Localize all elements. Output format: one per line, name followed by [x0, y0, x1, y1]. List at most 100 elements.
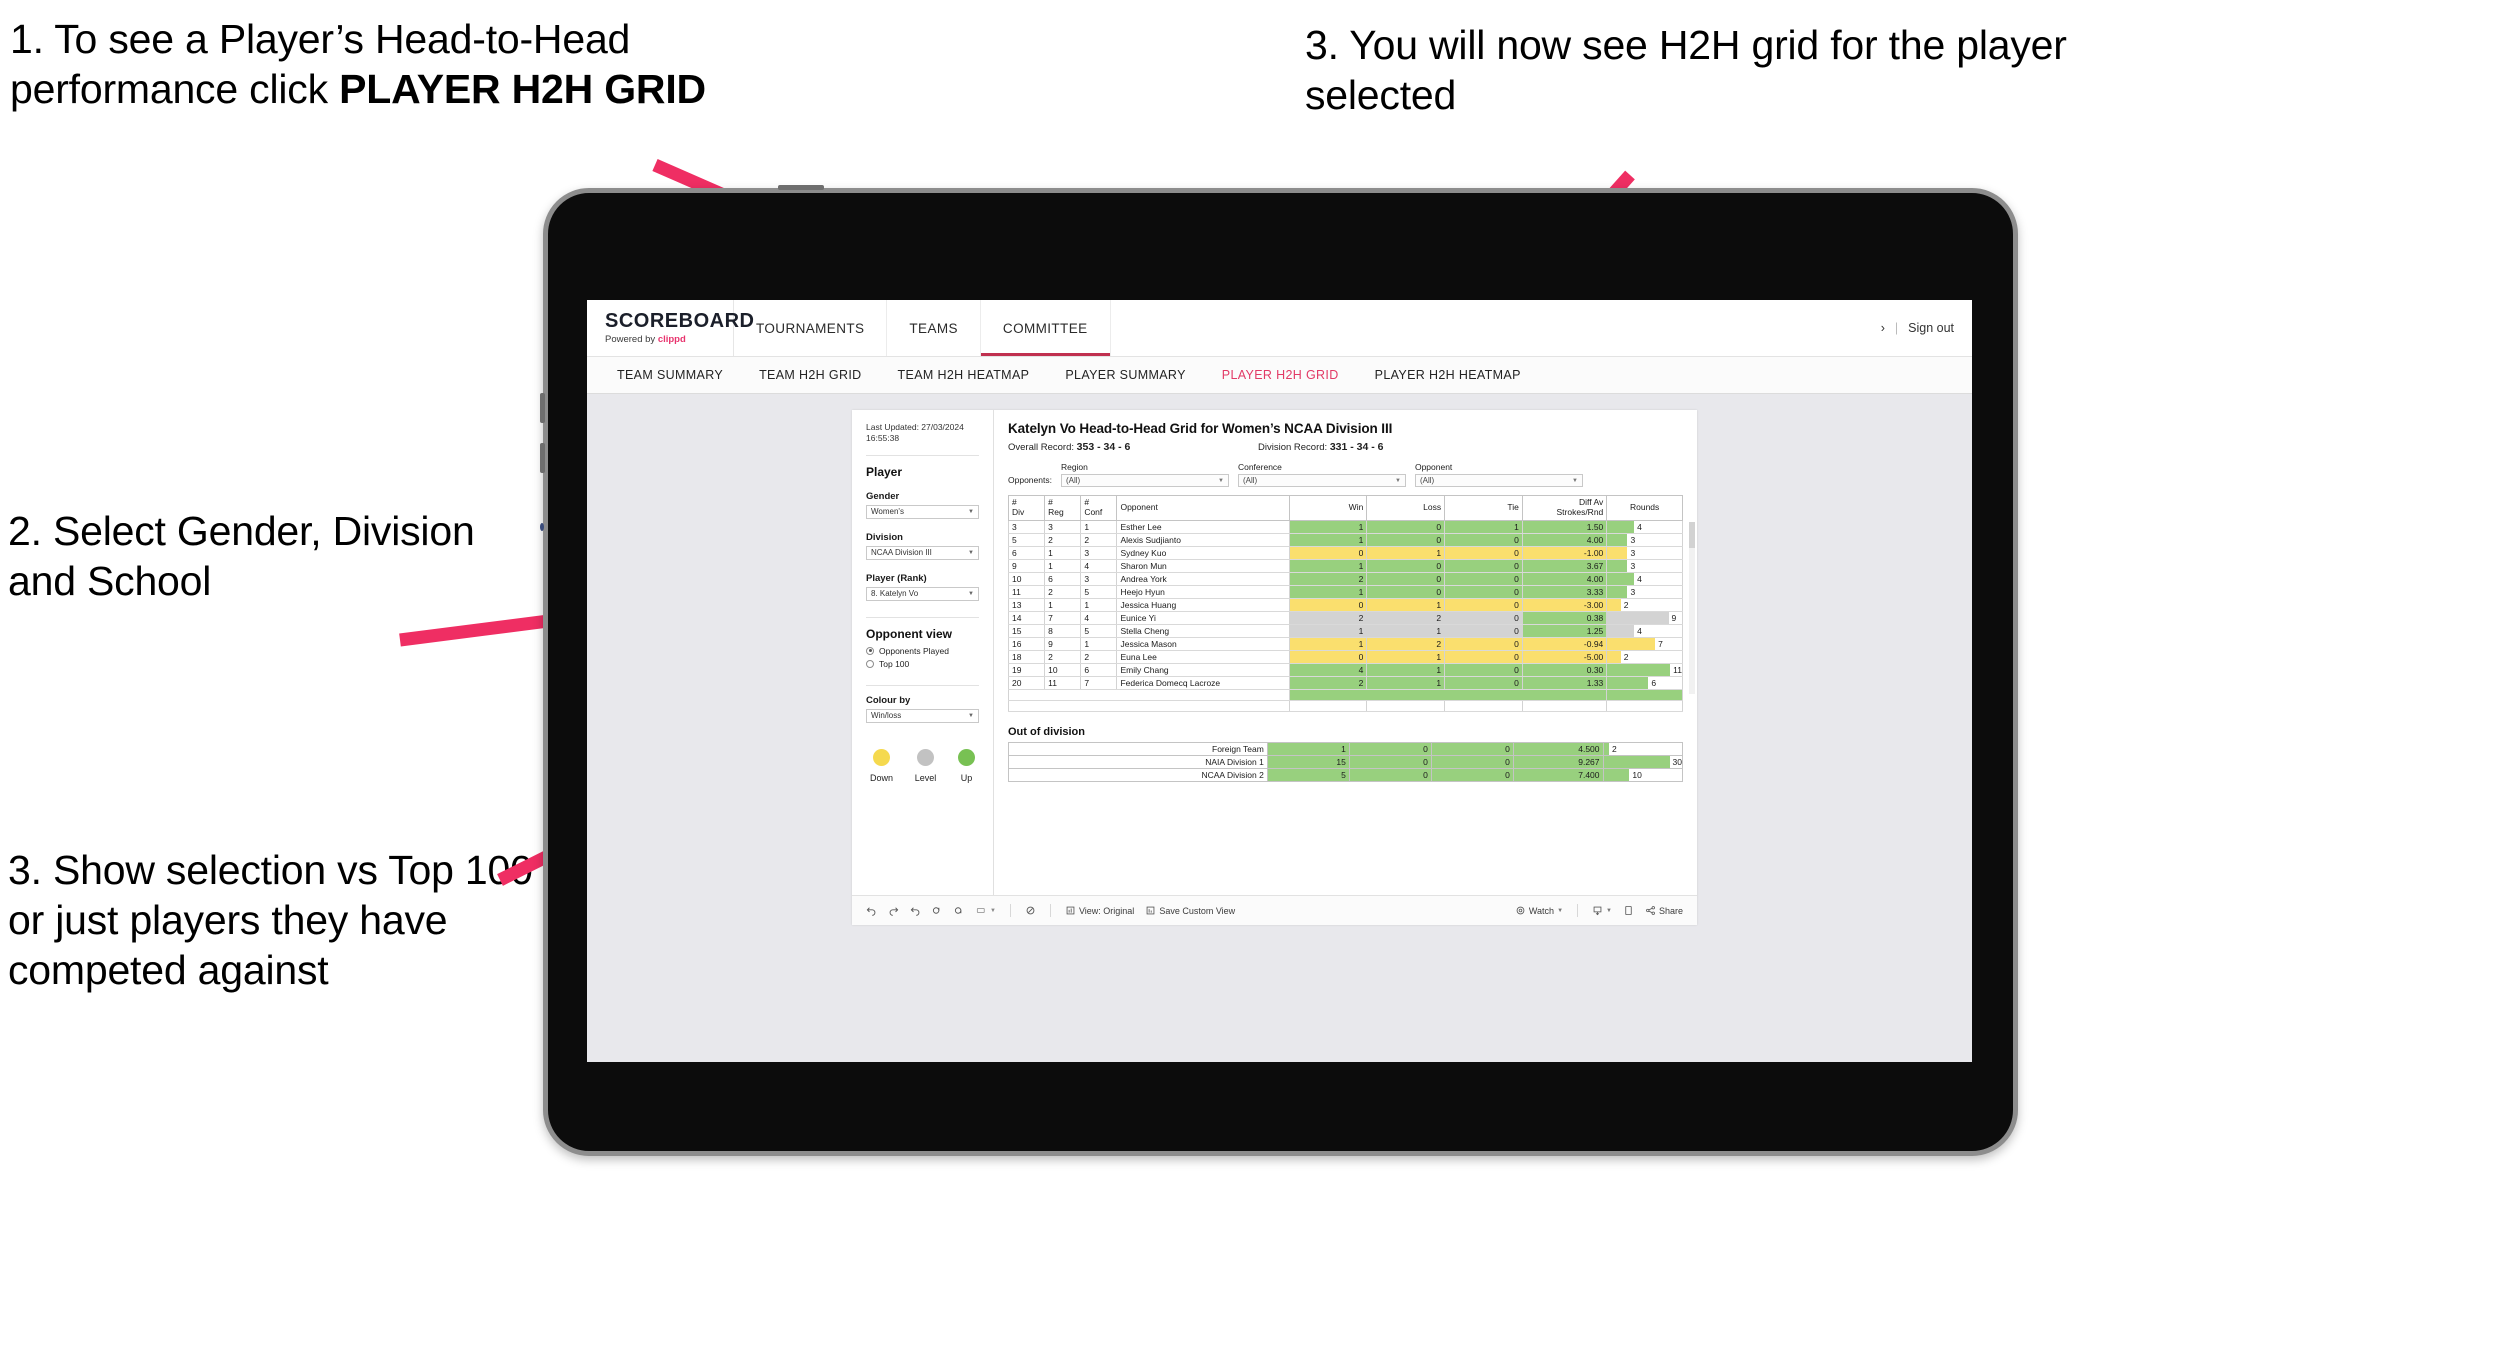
cell-loss: 0 — [1366, 572, 1446, 586]
pause-auto-update-icon[interactable] — [954, 905, 965, 916]
grid-scrollbar[interactable] — [1689, 522, 1695, 694]
table-row[interactable]: 19 10 6 Emily Chang 4 1 0 0.30 11 — [1007, 663, 1683, 677]
table-row[interactable]: 15 8 5 Stella Cheng 1 1 0 1.25 4 — [1007, 624, 1683, 638]
chevron-right-icon[interactable]: › — [1881, 321, 1885, 335]
viz-main: Katelyn Vo Head-to-Head Grid for Women’s… — [994, 410, 1697, 925]
chevron-down-icon: ▼ — [1218, 477, 1224, 484]
overall-record-label: Overall Record: — [1008, 442, 1074, 453]
col-header-loss: Loss — [1366, 495, 1446, 521]
nav-item-tournaments[interactable]: TOURNAMENTS — [734, 300, 888, 356]
save-custom-view-button[interactable]: Save Custom View — [1145, 905, 1235, 916]
table-row[interactable]: 6 1 3 Sydney Kuo 0 1 0 -1.00 3 — [1007, 546, 1683, 560]
table-row[interactable]: 13 1 1 Jessica Huang 0 1 0 -3.00 2 — [1007, 598, 1683, 612]
table-row[interactable]: 3 3 1 Esther Lee 1 0 1 1.50 4 — [1007, 520, 1683, 534]
cell-rounds: 3 — [1606, 559, 1683, 573]
tab-player-summary[interactable]: PLAYER SUMMARY — [1047, 368, 1203, 382]
table-row[interactable]: 10 6 3 Andrea York 2 0 0 4.00 4 — [1007, 572, 1683, 586]
table-row[interactable]: 5 2 2 Alexis Sudjianto 1 0 0 4.00 3 — [1007, 533, 1683, 547]
refresh-data-icon[interactable] — [932, 905, 943, 916]
table-row[interactable]: 20 11 7 Federica Domecq Lacroze 2 1 0 1.33 6 — [1007, 676, 1683, 690]
view-original-button[interactable]: View: Original — [1065, 905, 1134, 916]
table-row[interactable]: 9 1 4 Sharon Mun 1 0 0 3.67 3 — [1007, 559, 1683, 573]
cell-tie: 0 — [1444, 585, 1523, 599]
chevron-down-icon: ▼ — [968, 508, 974, 515]
sheet-selector-icon[interactable]: ▼ — [976, 905, 996, 916]
col-header-win: Win — [1288, 495, 1368, 521]
cell-loss: 1 — [1366, 676, 1446, 690]
last-updated-time: 16:55:38 — [866, 433, 900, 444]
division-dropdown[interactable]: NCAA Division III ▼ — [866, 545, 979, 560]
out-of-division-row[interactable]: NCAA Division 2 5 0 0 7.400 10 — [1008, 767, 1684, 782]
cell-diff: 4.00 — [1521, 533, 1608, 547]
gender-dropdown[interactable]: Women's ▼ — [866, 504, 979, 519]
cell-win: 1 — [1288, 624, 1368, 638]
opponent-value: (All) — [1419, 476, 1435, 485]
colour-by-dropdown[interactable]: Win/loss ▼ — [866, 708, 979, 723]
tab-player-h2h-grid[interactable]: PLAYER H2H GRID — [1204, 368, 1357, 382]
radio-opponents-played[interactable]: Opponents Played — [866, 646, 979, 656]
chevron-down-icon: ▼ — [968, 549, 974, 556]
filter-gender: Gender Women's ▼ — [866, 491, 979, 519]
cell-tie: 0 — [1444, 611, 1523, 625]
cell-opponent: Federica Domecq Lacroze — [1116, 676, 1290, 690]
cell-div: 11 — [1007, 585, 1046, 599]
cell-reg: 3 — [1044, 520, 1082, 534]
cell-conf: 5 — [1080, 624, 1118, 638]
radio-top-100[interactable]: Top 100 — [866, 659, 979, 669]
cell-rounds: 2 — [1606, 598, 1683, 612]
cell-div: 3 — [1007, 520, 1046, 534]
chevron-down-icon: ▼ — [968, 712, 974, 719]
cell-win: 2 — [1288, 676, 1368, 690]
out-of-division-row[interactable]: NAIA Division 1 15 0 0 9.267 30 — [1008, 754, 1684, 769]
player-rank-dropdown[interactable]: 8. Katelyn Vo ▼ — [866, 586, 979, 601]
cell-div: 16 — [1007, 637, 1046, 651]
nav-item-committee[interactable]: COMMITTEE — [981, 300, 1111, 356]
undo-icon[interactable] — [866, 905, 877, 916]
out-of-division-body: Foreign Team 1 0 0 4.500 2 NAIA Division 1 15 0 0… — [1008, 741, 1684, 782]
nav-item-teams[interactable]: TEAMS — [887, 300, 981, 356]
table-row[interactable]: 18 2 2 Euna Lee 0 1 0 -5.00 2 — [1007, 650, 1683, 664]
toolbar-right-group: Watch ▼ ▼ Share — [1515, 904, 1697, 917]
revert-icon[interactable] — [910, 905, 921, 916]
cell-loss: 1 — [1366, 546, 1446, 560]
filter-region: Region (All) ▼ — [1060, 462, 1229, 487]
cell-div: 10 — [1007, 572, 1046, 586]
share-button[interactable]: Share — [1645, 905, 1683, 916]
cell-reg: 8 — [1044, 624, 1082, 638]
header-right: › | Sign out — [1881, 300, 1972, 356]
cell-opponent: Heejo Hyun — [1116, 585, 1290, 599]
opponent-dropdown[interactable]: (All) ▼ — [1414, 474, 1583, 487]
cell-tie: 1 — [1444, 520, 1523, 534]
table-row[interactable]: 11 2 5 Heejo Hyun 1 0 0 3.33 3 — [1007, 585, 1683, 599]
cell-rounds: 6 — [1606, 676, 1683, 690]
fullscreen-icon[interactable] — [1623, 905, 1634, 916]
download-icon[interactable]: ▼ — [1592, 905, 1612, 916]
cell-div: 20 — [1007, 676, 1046, 690]
region-dropdown[interactable]: (All) ▼ — [1060, 474, 1229, 487]
tab-team-summary[interactable]: TEAM SUMMARY — [599, 368, 741, 382]
cell-diff: -5.00 — [1521, 650, 1608, 664]
cell-rounds: 7 — [1606, 637, 1683, 651]
filter-player-rank: Player (Rank) 8. Katelyn Vo ▼ — [866, 573, 979, 601]
tab-player-h2h-heatmap[interactable]: PLAYER H2H HEATMAP — [1357, 368, 1539, 382]
ood-cell-tie: 0 — [1430, 767, 1514, 782]
table-row[interactable]: 16 9 1 Jessica Mason 1 2 0 -0.94 7 — [1007, 637, 1683, 651]
watch-button[interactable]: Watch ▼ — [1515, 905, 1563, 916]
ood-cell-rounds: 10 — [1602, 767, 1684, 782]
cell-rounds: 3 — [1606, 585, 1683, 599]
cell-diff: 4.00 — [1521, 572, 1608, 586]
out-of-division-row[interactable]: Foreign Team 1 0 0 4.500 2 — [1008, 741, 1684, 756]
ood-cell-diff: 7.400 — [1512, 767, 1604, 782]
clear-sheet-icon[interactable] — [1025, 905, 1036, 916]
table-row[interactable]: 14 7 4 Eunice Yi 2 2 0 0.38 9 — [1007, 611, 1683, 625]
cell-win: 0 — [1288, 598, 1368, 612]
radio-unselected-icon — [866, 659, 874, 668]
sign-out-link[interactable]: Sign out — [1908, 321, 1954, 335]
tab-team-h2h-grid[interactable]: TEAM H2H GRID — [741, 368, 879, 382]
redo-icon[interactable] — [888, 905, 899, 916]
grid-scrollbar-thumb[interactable] — [1689, 522, 1695, 548]
conference-dropdown[interactable]: (All) ▼ — [1237, 474, 1406, 487]
tab-team-h2h-heatmap[interactable]: TEAM H2H HEATMAP — [880, 368, 1048, 382]
table-row-partial — [1008, 689, 1683, 701]
app-logo[interactable]: SCOREBOARD Powered by clippd — [587, 300, 754, 356]
